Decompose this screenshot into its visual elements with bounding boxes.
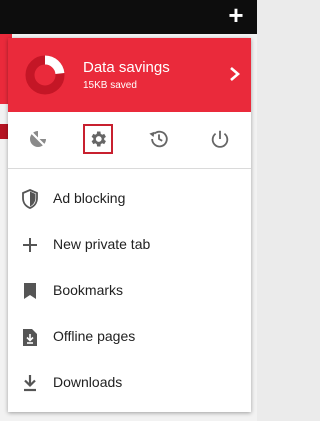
menu-item-ad-blocking[interactable]: Ad blocking [8,177,251,221]
menu-item-label: Offline pages [53,328,136,344]
background-caption [0,150,8,162]
menu-item-label: Downloads [53,374,123,390]
data-savings-subtitle: 15KB saved [83,80,137,91]
menu-item-bookmarks[interactable]: Bookmarks [8,269,251,313]
settings-button[interactable] [83,124,113,154]
new-tab-button[interactable]: + [225,2,247,28]
offline-page-icon [23,328,37,346]
menu-item-label: New private tab [53,236,151,252]
menu-toolbar [8,118,251,160]
settings-icon [91,131,106,147]
download-icon [24,375,36,392]
exit-button[interactable] [205,124,235,154]
bookmark-icon [24,283,36,299]
menu-item-downloads[interactable]: Downloads [8,361,251,405]
shield-icon [22,189,38,209]
menu-item-label: Bookmarks [53,282,124,298]
history-icon [149,130,168,148]
data-savings-donut-icon [25,55,65,95]
main-menu: Data savings 15KB saved Ad blocking New … [8,38,251,412]
menu-divider [8,168,251,169]
chevron-right-icon [230,67,240,81]
turbo-button[interactable] [23,124,53,154]
menu-item-new-private-tab[interactable]: New private tab [8,223,251,267]
history-button[interactable] [144,124,174,154]
background-block [0,124,8,139]
menu-item-offline-pages[interactable]: Offline pages [8,315,251,359]
menu-item-label: Ad blocking [53,190,126,206]
data-savings-card[interactable]: Data savings 15KB saved [8,38,251,112]
background-text [0,101,8,115]
turbo-icon [30,131,46,147]
plus-icon [23,238,37,252]
status-bar: + [0,0,257,34]
power-icon [211,130,229,148]
data-savings-title: Data savings [83,59,170,76]
